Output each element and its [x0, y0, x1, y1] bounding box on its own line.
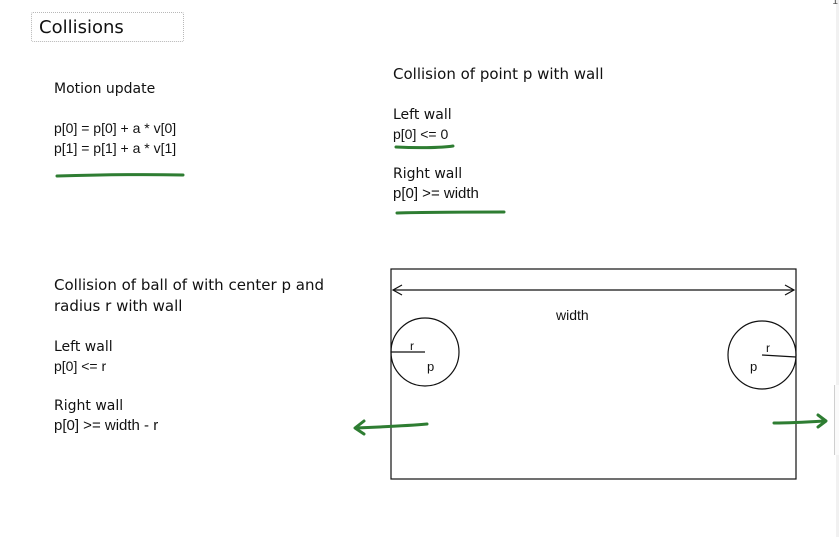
scrollbar-fragment[interactable]: [834, 385, 839, 455]
right-ball-radius-line: [761, 354, 797, 358]
motion-underline: [55, 173, 185, 178]
right-motion-arrow-line: [772, 419, 826, 425]
left-ball-center-label: p: [427, 359, 434, 374]
corner-mark: 1: [832, 0, 839, 7]
left-ball-radius-label: r: [410, 339, 414, 353]
diagram-box: [390, 268, 797, 480]
right-ball-radius-label: r: [766, 341, 770, 355]
right-wall-underline: [395, 210, 506, 215]
collision-diagram: width r p r p: [55, 144, 828, 480]
left-wall-underline: [394, 144, 455, 150]
right-ball-center-label: p: [750, 359, 757, 374]
width-label: width: [555, 307, 589, 323]
